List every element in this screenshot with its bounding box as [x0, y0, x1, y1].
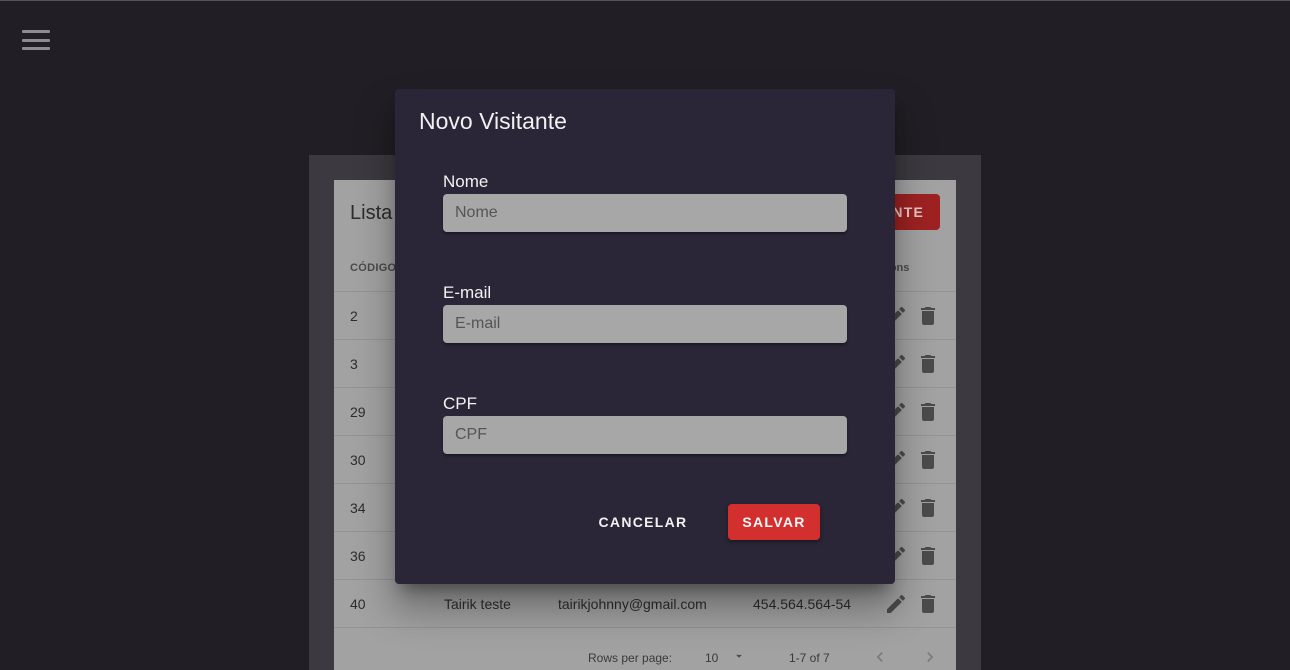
caret-down-icon[interactable] — [732, 649, 746, 663]
cell-code: 34 — [350, 500, 366, 516]
rows-per-page-label: Rows per page: — [588, 651, 673, 665]
hamburger-menu-icon[interactable] — [18, 26, 54, 54]
trash-icon[interactable] — [916, 304, 940, 328]
email-label: E-mail — [443, 283, 492, 302]
cell-name: Tairik teste — [444, 596, 511, 612]
menu-bar — [22, 47, 50, 50]
cpf-input[interactable] — [443, 416, 847, 454]
chevron-left-icon[interactable] — [870, 647, 890, 667]
trash-icon[interactable] — [916, 400, 940, 424]
trash-icon[interactable] — [916, 496, 940, 520]
email-input[interactable] — [443, 305, 847, 343]
trash-icon[interactable] — [916, 352, 940, 376]
save-button[interactable]: SALVAR — [728, 504, 820, 540]
dialog-title: Novo Visitante — [419, 108, 567, 134]
chevron-right-icon[interactable] — [920, 647, 940, 667]
menu-bar — [22, 30, 50, 33]
cell-code: 2 — [350, 308, 358, 324]
trash-icon[interactable] — [916, 448, 940, 472]
table-pagination: Rows per page: 10 1-7 of 7 — [334, 640, 956, 670]
menu-bar — [22, 38, 50, 42]
column-header-code[interactable]: CÓDIGO — [350, 262, 396, 274]
list-title: Lista — [350, 202, 393, 224]
top-border — [0, 0, 1290, 1]
table-row: 40 Tairik teste tairikjohnny@gmail.com 4… — [334, 580, 956, 628]
cell-cpf: 454.564.564-54 — [753, 596, 852, 612]
cell-code: 3 — [350, 356, 358, 372]
pagination-range: 1-7 of 7 — [789, 651, 830, 665]
name-input[interactable] — [443, 194, 847, 232]
cancel-button[interactable]: CANCELAR — [591, 504, 695, 540]
cell-code: 29 — [350, 404, 366, 420]
name-label: Nome — [443, 172, 489, 191]
cpf-label: CPF — [443, 394, 477, 413]
rows-per-page-select[interactable]: 10 — [705, 651, 718, 665]
trash-icon[interactable] — [916, 544, 940, 568]
cell-code: 36 — [350, 548, 366, 564]
pencil-icon[interactable] — [884, 592, 908, 616]
cell-code: 30 — [350, 452, 366, 468]
new-visitor-dialog: Novo Visitante Nome E-mail CPF CANCELAR … — [395, 89, 895, 584]
trash-icon[interactable] — [916, 592, 940, 616]
cell-code: 40 — [350, 596, 366, 612]
cell-email: tairikjohnny@gmail.com — [558, 596, 707, 612]
